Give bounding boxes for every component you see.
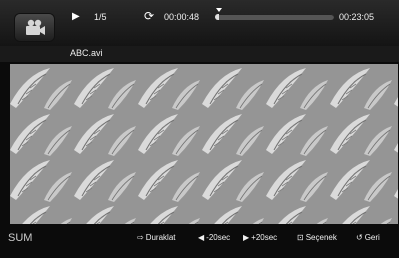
video-frame <box>10 64 398 224</box>
total-time: 00:23:05 <box>339 12 375 22</box>
filename-bar: ABC.avi <box>0 46 399 62</box>
pause-key-icon: ⇨ <box>137 233 144 242</box>
top-status-bar: ▶ 1/5 ⟳ 00:00:48 00:23:05 <box>0 0 399 46</box>
file-name: ABC.avi <box>70 48 103 58</box>
pause-label: Duraklat <box>145 233 176 242</box>
progress-bar[interactable] <box>215 14 334 20</box>
video-media-icon <box>15 14 54 41</box>
return-icon: ↺ <box>356 233 363 242</box>
options-button[interactable]: ⊡ Seçenek <box>297 233 337 243</box>
right-arrow-icon: ▶ <box>243 233 250 242</box>
bottom-control-bar: SUM ⇨ Duraklat ◀ -20sec ▶ +20sec ⊡ Seçenek ↺… <box>0 228 399 258</box>
progress-marker-icon <box>216 8 222 12</box>
pause-button[interactable]: ⇨ Duraklat <box>137 233 176 243</box>
tools-icon: ⊡ <box>297 233 304 242</box>
back-label: Geri <box>364 233 380 242</box>
current-time: 00:00:48 <box>164 12 200 22</box>
rewind-label: -20sec <box>206 233 231 242</box>
rewind-button[interactable]: ◀ -20sec <box>198 233 230 243</box>
play-icon: ▶ <box>72 11 80 22</box>
repeat-icon: ⟳ <box>144 9 155 23</box>
progress-fill <box>215 14 220 20</box>
forward-label: +20sec <box>251 233 278 242</box>
forward-button[interactable]: ▶ +20sec <box>243 233 277 243</box>
track-position: 1/5 <box>94 12 107 22</box>
options-label: Seçenek <box>305 233 337 242</box>
back-button[interactable]: ↺ Geri <box>356 233 380 243</box>
sum-label: SUM <box>8 232 33 244</box>
left-arrow-icon: ◀ <box>198 233 205 242</box>
